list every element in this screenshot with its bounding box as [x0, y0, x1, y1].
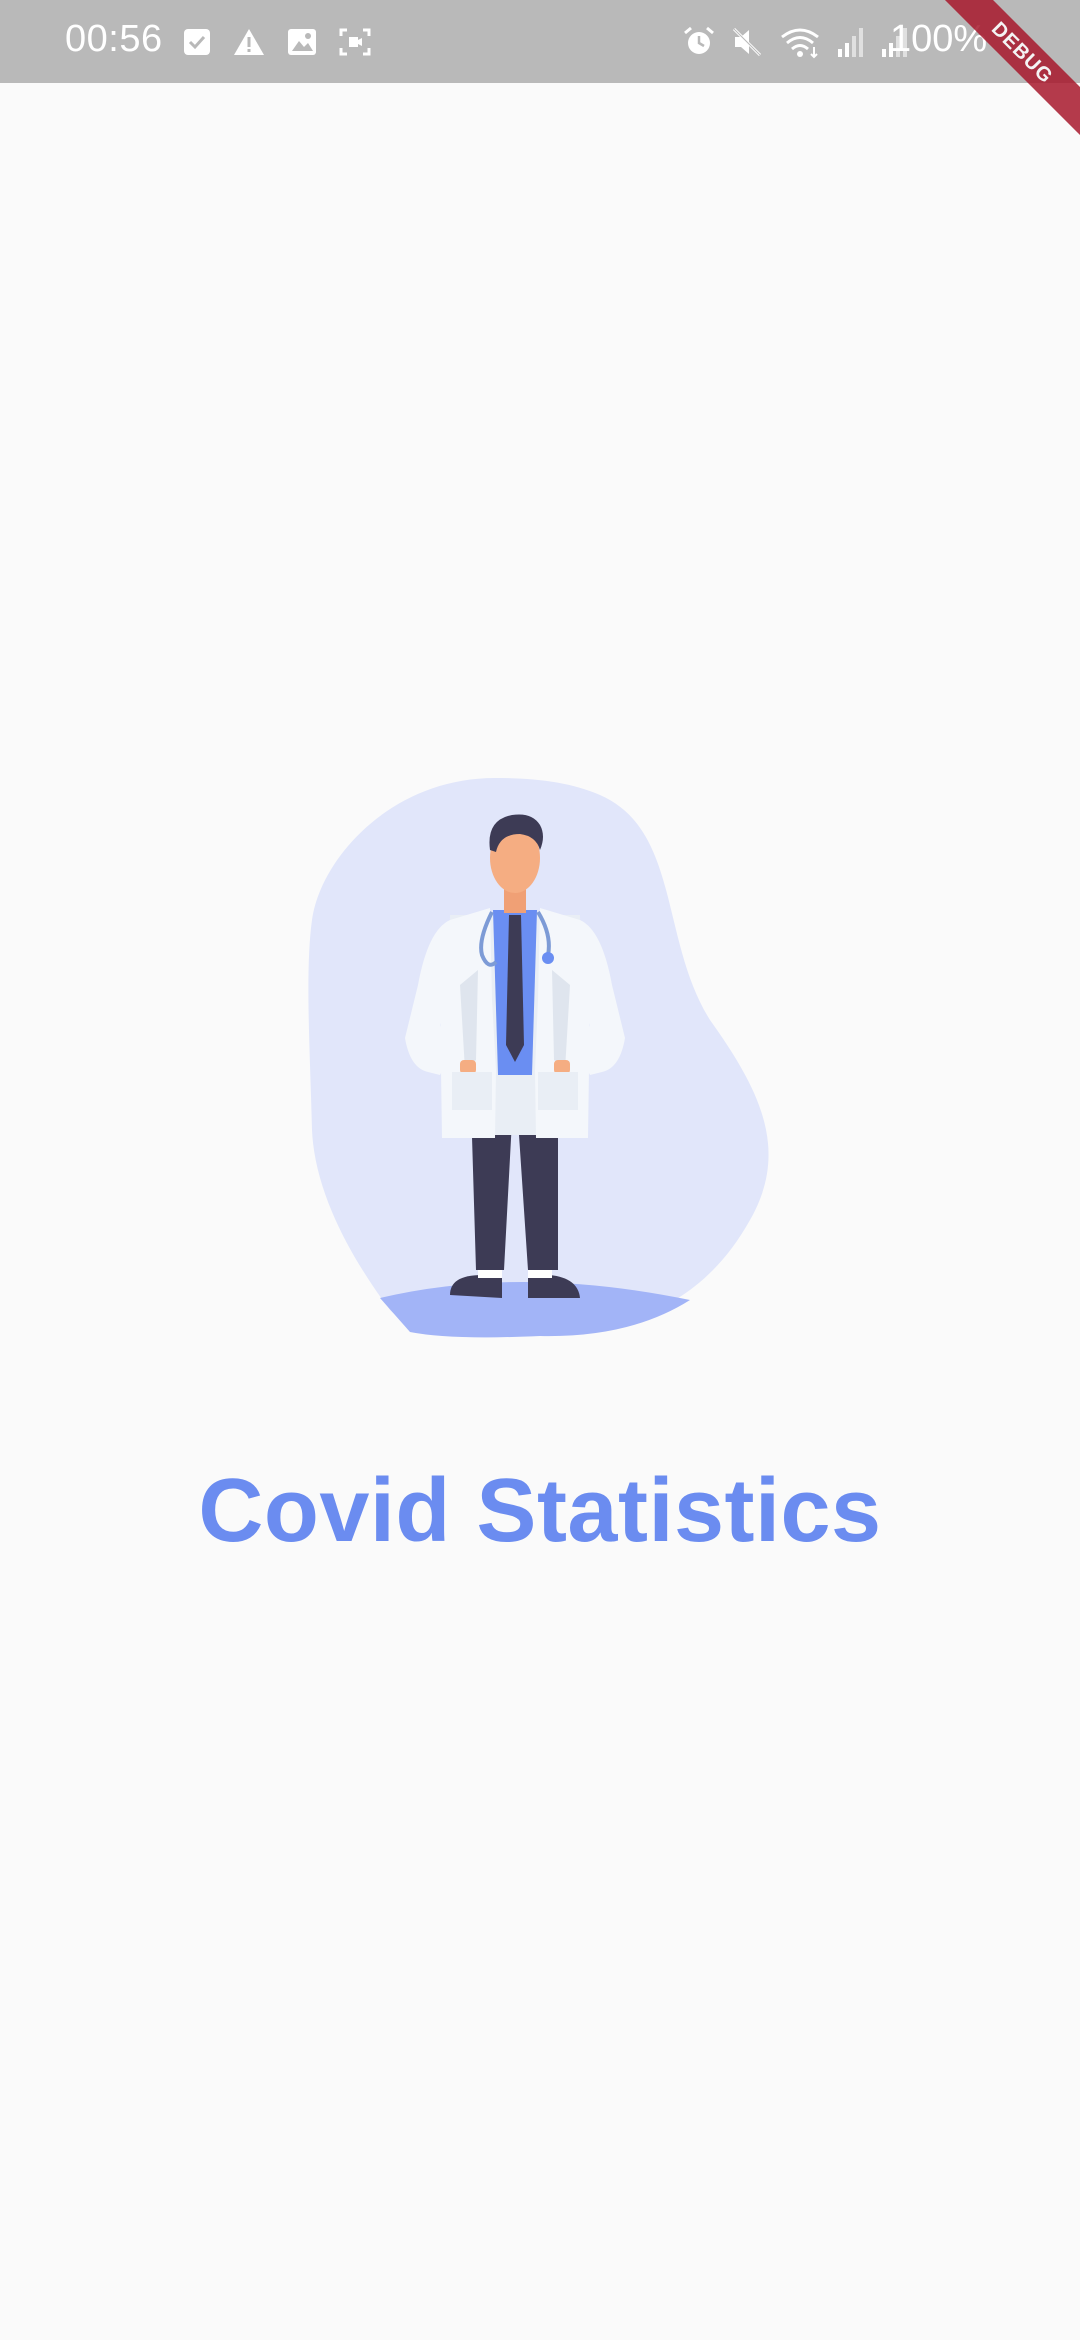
signal-icon — [838, 28, 863, 57]
screen-record-icon — [339, 28, 371, 56]
left-pocket — [452, 1072, 492, 1110]
checkbox-icon — [184, 29, 210, 55]
app-title: Covid Statistics — [198, 1461, 882, 1561]
battery-percentage: 100% — [890, 18, 988, 60]
left-hand — [460, 1060, 476, 1074]
image-icon — [288, 29, 316, 55]
status-time: 00:56 — [65, 18, 163, 60]
status-notification-icons — [182, 22, 372, 62]
right-pocket — [538, 1072, 578, 1110]
warning-icon — [234, 29, 264, 55]
right-hand — [554, 1060, 570, 1074]
tie — [506, 915, 524, 1062]
stethoscope-chestpiece — [542, 952, 554, 964]
mute-icon — [732, 27, 762, 57]
doctor-illustration — [308, 778, 769, 1338]
alarm-icon — [684, 26, 714, 54]
wifi-icon — [781, 28, 819, 59]
status-system-icons — [682, 20, 910, 64]
status-bar: 00:56 100% — [0, 0, 1080, 83]
